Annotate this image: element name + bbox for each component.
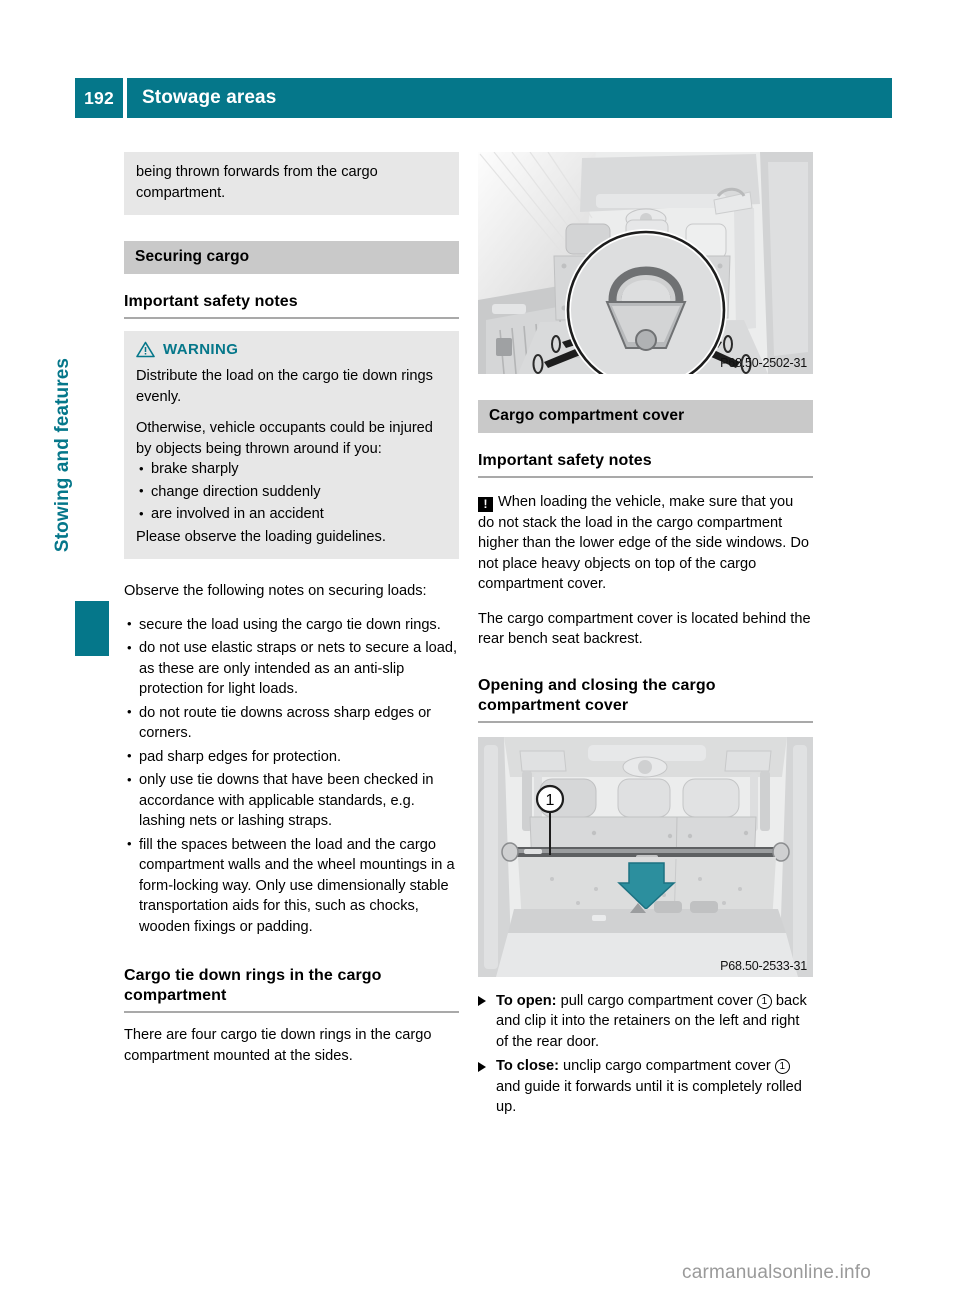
cover-location-text: The cargo compartment cover is located b…: [478, 610, 811, 648]
subheading-important-safety-notes-right: Important safety notes: [478, 451, 813, 478]
tie-down-rings-text: There are four cargo tie down rings in t…: [124, 1027, 432, 1064]
warning-header: WARNING: [136, 341, 447, 358]
step-label: To open:: [496, 992, 557, 1009]
exclamation-notice-icon: !: [478, 497, 493, 512]
section-heading-cargo-compartment-cover: Cargo compartment cover: [478, 400, 813, 433]
list-item: brake sharply: [136, 459, 447, 480]
continued-warning-text: being thrown forwards from the cargo com…: [136, 164, 378, 201]
list-item: secure the load using the cargo tie down…: [124, 614, 459, 636]
notice-paragraph: ! When loading the vehicle, make sure tha…: [478, 492, 813, 595]
list-item: pad sharp edges for protection.: [124, 746, 459, 768]
continued-warning-box: being thrown forwards from the cargo com…: [124, 152, 459, 215]
svg-text:1: 1: [546, 792, 555, 809]
page-number: 192: [75, 78, 123, 118]
list-item: are involved in an accident: [136, 504, 447, 525]
list-item: To open: pull cargo compartment cover 1 …: [478, 991, 813, 1053]
section-heading-securing-cargo: Securing cargo: [124, 241, 459, 274]
securing-loads-intro: Observe the following notes on securing …: [124, 583, 427, 599]
figure-caption: P68.50-2502-31: [720, 356, 807, 370]
warning-label: WARNING: [163, 341, 239, 358]
list-item: fill the spaces between the load and the…: [124, 834, 459, 938]
cover-operation-steps: To open: pull cargo compartment cover 1 …: [478, 991, 813, 1118]
subheading-opening-closing-cover: Opening and closing the cargo compartmen…: [478, 676, 813, 723]
left-column: being thrown forwards from the cargo com…: [124, 152, 459, 1066]
figure-caption: P68.50-2533-31: [720, 958, 807, 973]
site-watermark: carmanualsonline.info: [682, 1262, 872, 1283]
step-arrow-icon: [478, 1061, 486, 1072]
chapter-side-tab-marker: [75, 601, 109, 656]
warning-paragraph-3: Please observe the loading guidelines.: [136, 528, 386, 545]
list-item: do not use elastic straps or nets to sec…: [124, 638, 459, 700]
list-item: To close: unclip cargo compartment cover…: [478, 1056, 813, 1118]
header-bar: Stowage areas: [127, 78, 892, 118]
callout-reference: 1: [774, 1059, 790, 1074]
subheading-cargo-tie-down-rings: Cargo tie down rings in the cargo compar…: [124, 966, 459, 1013]
right-column: P68.50-2502-31 Cargo compartment cover I…: [478, 152, 813, 1122]
chapter-side-tab-label: Stowing and features: [52, 357, 73, 553]
securing-loads-list: secure the load using the cargo tie down…: [124, 614, 459, 938]
callout-reference: 1: [756, 993, 772, 1009]
list-item: change direction suddenly: [136, 481, 447, 503]
notice-text: When loading the vehicle, make sure that…: [478, 494, 809, 592]
warning-box: WARNING Distribute the load on the cargo…: [124, 331, 459, 559]
step-text-before: unclip cargo compartment cover: [558, 1058, 775, 1074]
list-item: only use tie downs that have been checke…: [124, 770, 459, 832]
cargo-compartment-cover-illustration: 1 P68.50-2533-31: [478, 736, 813, 977]
warning-paragraph-1: Distribute the load on the cargo tie dow…: [136, 368, 433, 405]
page-header: 192 Stowage areas: [75, 78, 892, 118]
step-text-after: and guide it forwards until it is comple…: [496, 1078, 802, 1116]
subheading-important-safety-notes-left: Important safety notes: [124, 292, 459, 319]
warning-bullet-list: brake sharply change direction suddenly …: [136, 459, 447, 525]
warning-paragraph-2: Otherwise, vehicle occupants could be in…: [136, 420, 433, 457]
page-title: Stowage areas: [142, 87, 277, 108]
step-label: To close:: [496, 1058, 559, 1074]
warning-triangle-icon: [136, 341, 155, 358]
list-item: do not route tie downs across sharp edge…: [124, 702, 459, 744]
step-arrow-icon: [478, 996, 486, 1006]
cargo-tie-down-ring-illustration: P68.50-2502-31: [478, 152, 813, 374]
step-text-before: pull cargo compartment cover: [556, 992, 757, 1009]
